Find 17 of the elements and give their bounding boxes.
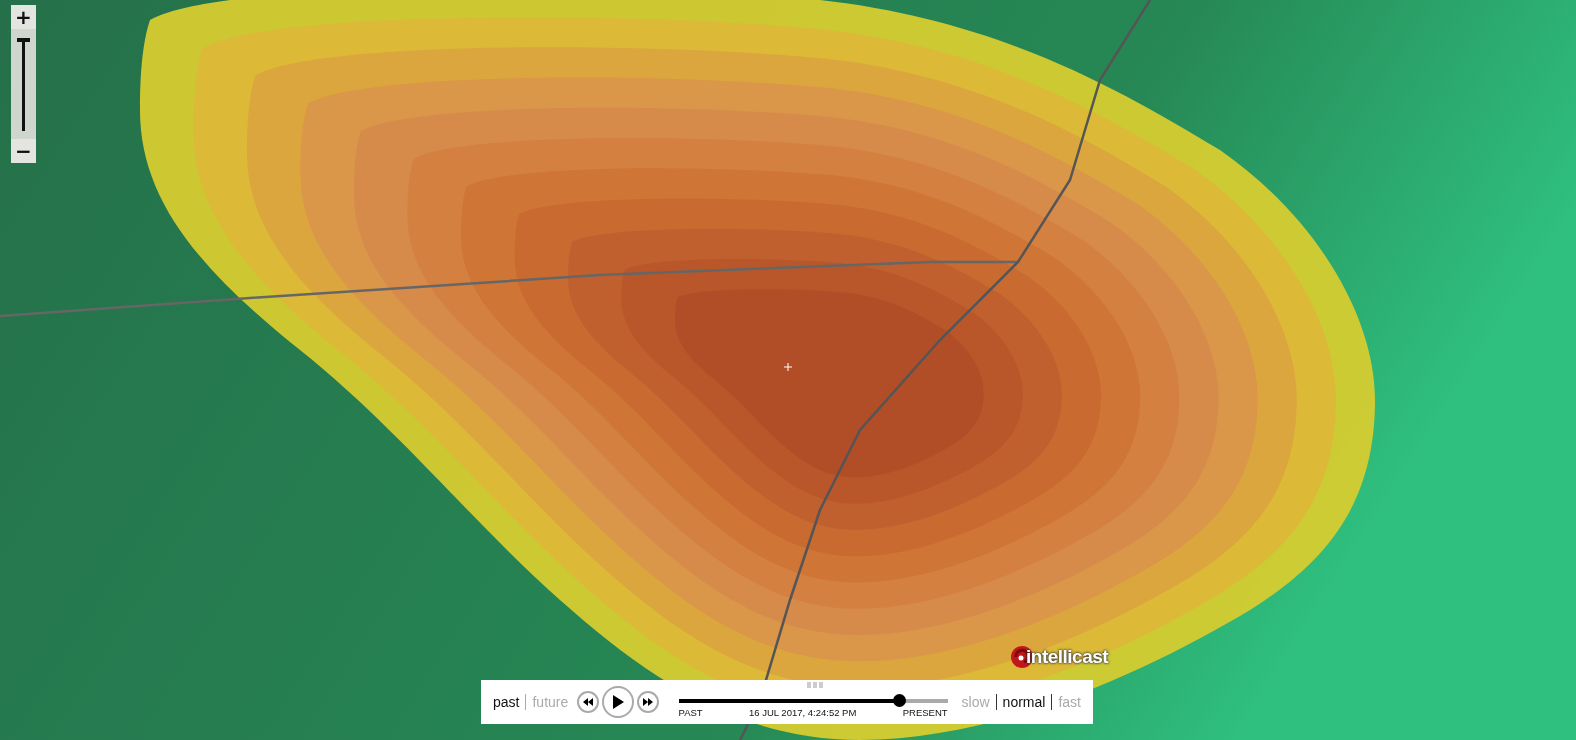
mode-toggle[interactable]: past [487, 694, 526, 710]
timeline-thumb[interactable] [893, 693, 907, 707]
drag-handle-icon[interactable] [806, 681, 823, 688]
fast-forward-icon [642, 698, 653, 706]
fast-forward-button[interactable] [636, 691, 659, 713]
speed-option[interactable]: normal [996, 694, 1052, 710]
timestamp: 16 JUL 2017, 4:24:52 PM [749, 706, 857, 718]
zoom-in-button[interactable]: + [11, 5, 36, 29]
play-button[interactable] [602, 686, 634, 718]
rewind-icon [583, 698, 594, 706]
timeline-end-label: PRESENT [902, 706, 948, 718]
play-icon [611, 695, 624, 709]
zoom-thumb[interactable] [17, 37, 30, 42]
rewind-button[interactable] [577, 691, 600, 713]
timeline-start-label: PAST [678, 706, 703, 718]
zoom-out-button[interactable]: − [11, 139, 36, 163]
crosshair-icon [783, 362, 793, 372]
